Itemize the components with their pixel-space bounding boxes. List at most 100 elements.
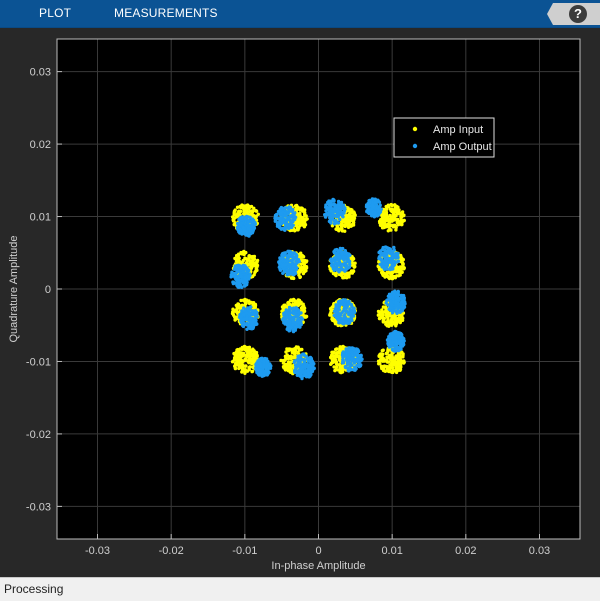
- legend-marker-amp-output: [412, 143, 418, 149]
- scatter-point: [392, 248, 396, 252]
- tab-measurements[interactable]: MEASUREMENTS: [114, 0, 218, 27]
- scatter-point: [293, 370, 297, 375]
- scatter-point: [400, 214, 404, 219]
- help-icon[interactable]: ?: [569, 5, 587, 23]
- scatter-point: [392, 308, 396, 313]
- scatter-point: [356, 348, 360, 352]
- scatter-point: [290, 276, 294, 280]
- scatter-point: [388, 296, 392, 300]
- scatter-point: [247, 256, 251, 261]
- scatter-point: [296, 346, 300, 350]
- scatter-point: [395, 274, 399, 278]
- scatter-point: [289, 219, 294, 223]
- scatter-point: [281, 365, 286, 369]
- scatter-point: [353, 368, 357, 372]
- scatter-point: [384, 351, 389, 356]
- scatter-point: [393, 362, 397, 367]
- scatter-point: [339, 248, 343, 253]
- scatter-point: [302, 220, 307, 225]
- scatter-point: [398, 273, 402, 277]
- scatter-point: [352, 213, 356, 217]
- scatter-point: [286, 356, 291, 361]
- scatter-point: [381, 320, 385, 324]
- scatter-point: [344, 316, 348, 320]
- scatter-point: [402, 360, 406, 364]
- scatter-point: [252, 226, 256, 231]
- scatter-point: [233, 318, 237, 322]
- scatter-point: [334, 206, 338, 210]
- scatter-point: [239, 358, 243, 362]
- scatter-point: [377, 250, 381, 255]
- scatter-point: [288, 314, 292, 318]
- scatter-point: [334, 218, 338, 223]
- scatter-point: [380, 258, 384, 262]
- scatter-point: [396, 357, 401, 361]
- scatter-point: [248, 273, 252, 277]
- scatter-point: [247, 301, 252, 306]
- scatter-point: [342, 307, 346, 311]
- scatter-point: [243, 256, 247, 261]
- scatter-point: [250, 369, 255, 373]
- scatter-point: [296, 362, 301, 366]
- scatter-point: [232, 271, 237, 276]
- scatter-point: [235, 268, 239, 272]
- legend-label-amp-input: Amp Input: [433, 124, 483, 136]
- x-tick-label: 0.02: [455, 545, 476, 557]
- scatter-point: [239, 274, 244, 279]
- legend[interactable]: Amp Input Amp Output: [393, 117, 495, 158]
- scatter-point: [285, 223, 289, 227]
- scatter-point: [335, 347, 339, 351]
- scatter-point: [291, 347, 296, 351]
- scatter-point: [291, 264, 295, 268]
- y-tick-label: -0.02: [26, 429, 51, 441]
- scatter-point: [299, 365, 304, 370]
- scatter-point: [250, 209, 254, 213]
- scatter-point: [254, 353, 258, 357]
- scatter-point: [287, 311, 291, 315]
- x-axis-label: In-phase Amplitude: [271, 560, 365, 572]
- x-tick-label: 0: [315, 545, 321, 557]
- scatter-point: [251, 325, 256, 329]
- scatter-point: [336, 315, 340, 319]
- scatter-point: [328, 258, 333, 262]
- scatter-point: [298, 301, 302, 305]
- scatter-point: [308, 360, 313, 365]
- scatter-point: [335, 351, 339, 356]
- scatter-point: [400, 316, 404, 320]
- scatter-point: [250, 217, 255, 221]
- scatter-point: [297, 271, 301, 275]
- scatter-point: [381, 253, 385, 257]
- scatter-point: [390, 217, 394, 221]
- scatter-point: [305, 217, 309, 221]
- scatter-point: [341, 223, 345, 227]
- scatter-point: [338, 303, 342, 307]
- scatter-point: [254, 209, 258, 213]
- scatter-point: [297, 217, 301, 221]
- scatter-point: [278, 258, 282, 263]
- toolstrip: PLOT MEASUREMENTS ?: [0, 0, 600, 28]
- scatter-point: [282, 313, 286, 317]
- scatter-point: [389, 202, 393, 207]
- x-tick-label: -0.01: [232, 545, 257, 557]
- scatter-point: [386, 203, 390, 207]
- scatter-point: [287, 249, 291, 254]
- scatter-point: [236, 211, 240, 215]
- scatter-point: [385, 249, 389, 253]
- tab-plot[interactable]: PLOT: [39, 0, 71, 27]
- scatter-point: [233, 358, 237, 362]
- scatter-point: [238, 216, 242, 221]
- scatter-point: [244, 210, 248, 214]
- scatter-point: [350, 318, 354, 323]
- scatter-point: [282, 263, 286, 267]
- scatter-point: [389, 271, 394, 275]
- scatter-point: [352, 361, 357, 365]
- scatter-point: [392, 290, 396, 294]
- scatter-point: [392, 209, 396, 214]
- scatter-point: [359, 359, 363, 363]
- scatter-point: [334, 360, 339, 364]
- scatter-point: [388, 213, 392, 218]
- scatter-point: [233, 208, 237, 212]
- scatter-point: [392, 252, 397, 257]
- scatter-point: [402, 266, 406, 270]
- scatter-point: [396, 259, 401, 263]
